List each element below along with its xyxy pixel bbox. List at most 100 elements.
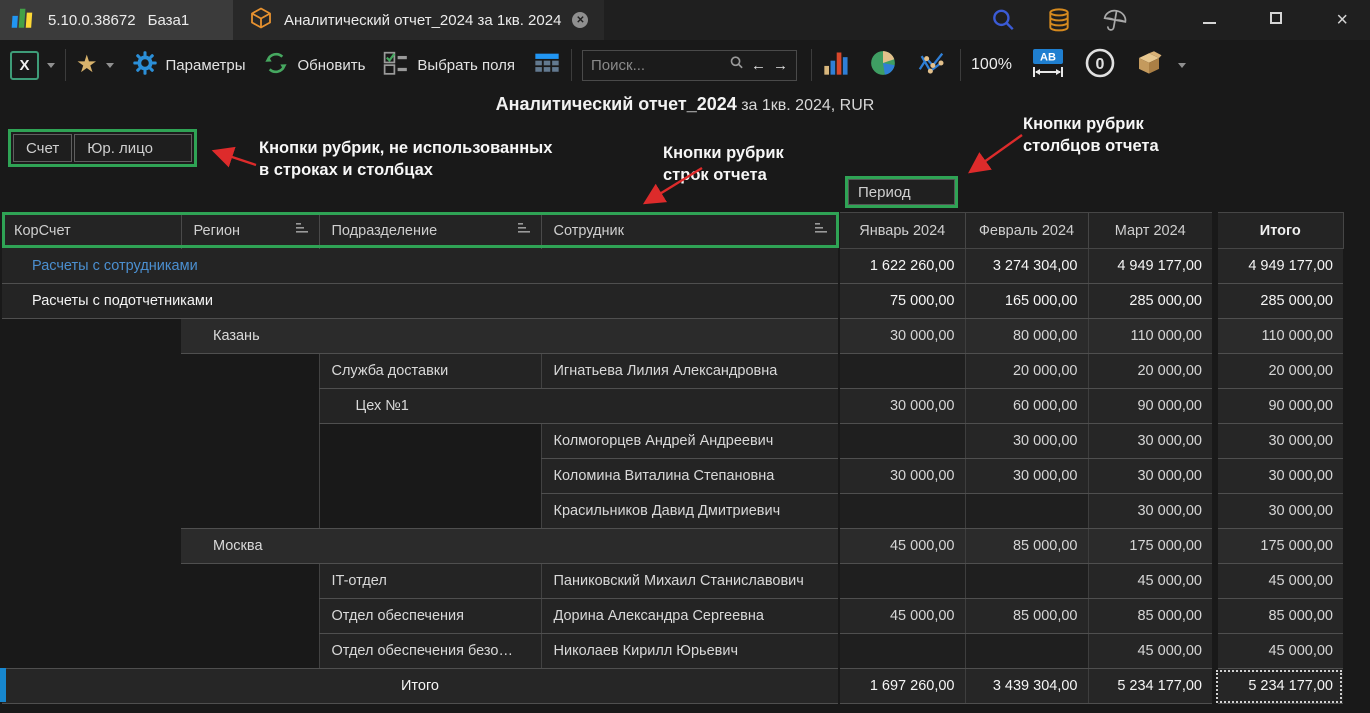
sort-icon[interactable] [295, 222, 309, 239]
search-prev-button[interactable]: ← [751, 57, 766, 74]
select-fields-button[interactable]: Выбрать поля [383, 50, 515, 80]
value-cell[interactable] [839, 634, 965, 669]
value-cell[interactable]: 110 000,00 [1088, 319, 1215, 354]
database-icon[interactable] [1045, 6, 1073, 34]
row-label-employee[interactable]: Красильников Давид Дмитриевич [541, 494, 839, 529]
search-input[interactable] [591, 57, 722, 74]
rubric-sotrudnik-button[interactable]: Сотрудник [541, 213, 839, 249]
value-cell[interactable]: 45 000,00 [1215, 564, 1343, 599]
excel-export-button[interactable]: X [10, 51, 39, 80]
value-cell[interactable] [839, 424, 965, 459]
value-cell[interactable]: 4 949 177,00 [1215, 249, 1343, 284]
value-cell[interactable] [839, 494, 965, 529]
value-cell[interactable]: 75 000,00 [839, 284, 965, 319]
value-cell[interactable]: 4 949 177,00 [1088, 249, 1215, 284]
value-cell[interactable]: 45 000,00 [1088, 634, 1215, 669]
minimize-button[interactable] [1203, 11, 1216, 29]
value-cell[interactable]: 30 000,00 [839, 319, 965, 354]
rubric-period-button[interactable]: Период [845, 176, 958, 208]
value-cell[interactable]: 30 000,00 [1215, 494, 1343, 529]
row-label-employee[interactable]: Коломина Виталина Степановна [541, 459, 839, 494]
column-header-march[interactable]: Март 2024 [1088, 213, 1215, 249]
value-cell[interactable]: 85 000,00 [965, 529, 1088, 564]
value-cell[interactable]: 85 000,00 [1088, 599, 1215, 634]
value-cell[interactable]: 20 000,00 [965, 354, 1088, 389]
row-label-employee[interactable]: Дорина Александра Сергеевна [541, 599, 839, 634]
value-cell[interactable]: 80 000,00 [965, 319, 1088, 354]
value-cell[interactable]: 60 000,00 [965, 389, 1088, 424]
zoom-level[interactable]: 100% [971, 56, 1012, 74]
row-label-department[interactable]: Отдел обеспечения безо… [319, 634, 541, 669]
value-cell[interactable]: 175 000,00 [1215, 529, 1343, 564]
tab-close-button[interactable]: ✕ [572, 12, 588, 28]
database-name[interactable]: База1 [148, 12, 190, 29]
refresh-button[interactable]: Обновить [263, 50, 365, 80]
value-cell[interactable]: 285 000,00 [1215, 284, 1343, 319]
value-cell[interactable]: 30 000,00 [1088, 459, 1215, 494]
column-header-february[interactable]: Февраль 2024 [965, 213, 1088, 249]
rubric-korschet-button[interactable]: КорСчет [2, 213, 181, 249]
total-row-label[interactable]: Итого [2, 669, 839, 704]
report-tab[interactable]: Аналитический отчет_2024 за 1кв. 2024 ✕ [233, 0, 604, 40]
value-cell[interactable]: 1 622 260,00 [839, 249, 965, 284]
selected-value-cell[interactable]: 5 234 177,00 [1215, 669, 1343, 704]
value-cell[interactable]: 175 000,00 [1088, 529, 1215, 564]
value-cell[interactable]: 85 000,00 [1215, 599, 1343, 634]
row-label-department[interactable]: Цех №1 [319, 389, 839, 424]
column-width-button[interactable]: AB [1030, 47, 1066, 83]
value-cell[interactable]: 3 439 304,00 [965, 669, 1088, 704]
value-cell[interactable]: 30 000,00 [965, 424, 1088, 459]
parameters-button[interactable]: Параметры [132, 50, 246, 80]
row-label-employee[interactable]: Николаев Кирилл Юрьевич [541, 634, 839, 669]
row-label-account[interactable]: Расчеты с сотрудниками [2, 249, 839, 284]
pie-chart-button[interactable] [868, 48, 898, 82]
row-label-region[interactable]: Казань [181, 319, 839, 354]
value-cell[interactable] [839, 354, 965, 389]
column-header-january[interactable]: Январь 2024 [839, 213, 965, 249]
value-cell[interactable]: 85 000,00 [965, 599, 1088, 634]
value-cell[interactable]: 30 000,00 [839, 389, 965, 424]
value-cell[interactable]: 30 000,00 [1088, 424, 1215, 459]
value-cell[interactable]: 110 000,00 [1215, 319, 1343, 354]
line-chart-button[interactable] [916, 48, 946, 82]
row-label-department[interactable]: Служба доставки [319, 354, 541, 389]
value-cell[interactable]: 30 000,00 [1215, 459, 1343, 494]
excel-dropdown-caret[interactable] [47, 63, 55, 68]
row-label-employee[interactable]: Игнатьева Лилия Александровна [541, 354, 839, 389]
row-label-department[interactable]: IT-отдел [319, 564, 541, 599]
zero-values-button[interactable]: 0 [1084, 47, 1116, 83]
column-header-total[interactable]: Итого [1215, 213, 1343, 249]
rubric-podrazdelenie-button[interactable]: Подразделение [319, 213, 541, 249]
value-cell[interactable]: 20 000,00 [1215, 354, 1343, 389]
value-cell[interactable]: 45 000,00 [839, 529, 965, 564]
sort-icon[interactable] [517, 222, 531, 239]
table-view-button[interactable] [533, 49, 561, 81]
search-next-button[interactable]: → [773, 57, 788, 74]
value-cell[interactable]: 20 000,00 [1088, 354, 1215, 389]
value-cell[interactable]: 1 697 260,00 [839, 669, 965, 704]
rubric-yurlico-button[interactable]: Юр. лицо [74, 134, 192, 162]
row-label-employee[interactable]: Колмогорцев Андрей Андреевич [541, 424, 839, 459]
row-label-region[interactable]: Москва [181, 529, 839, 564]
value-cell[interactable] [839, 564, 965, 599]
package-dropdown-caret[interactable] [1178, 63, 1186, 68]
package-button[interactable] [1134, 48, 1164, 82]
value-cell[interactable]: 30 000,00 [1088, 494, 1215, 529]
value-cell[interactable]: 30 000,00 [839, 459, 965, 494]
search-submit-icon[interactable] [729, 55, 744, 75]
value-cell[interactable]: 3 274 304,00 [965, 249, 1088, 284]
row-label-department[interactable]: Отдел обеспечения [319, 599, 541, 634]
umbrella-icon[interactable] [1101, 6, 1129, 34]
value-cell[interactable]: 45 000,00 [1088, 564, 1215, 599]
value-cell[interactable] [965, 494, 1088, 529]
value-cell[interactable]: 45 000,00 [1215, 634, 1343, 669]
value-cell[interactable]: 90 000,00 [1088, 389, 1215, 424]
row-label-employee[interactable]: Паниковский Михаил Станиславович [541, 564, 839, 599]
value-cell[interactable]: 285 000,00 [1088, 284, 1215, 319]
rubric-region-button[interactable]: Регион [181, 213, 319, 249]
value-cell[interactable] [965, 634, 1088, 669]
value-cell[interactable]: 30 000,00 [965, 459, 1088, 494]
value-cell[interactable]: 30 000,00 [1215, 424, 1343, 459]
sort-icon[interactable] [814, 222, 828, 239]
value-cell[interactable]: 165 000,00 [965, 284, 1088, 319]
